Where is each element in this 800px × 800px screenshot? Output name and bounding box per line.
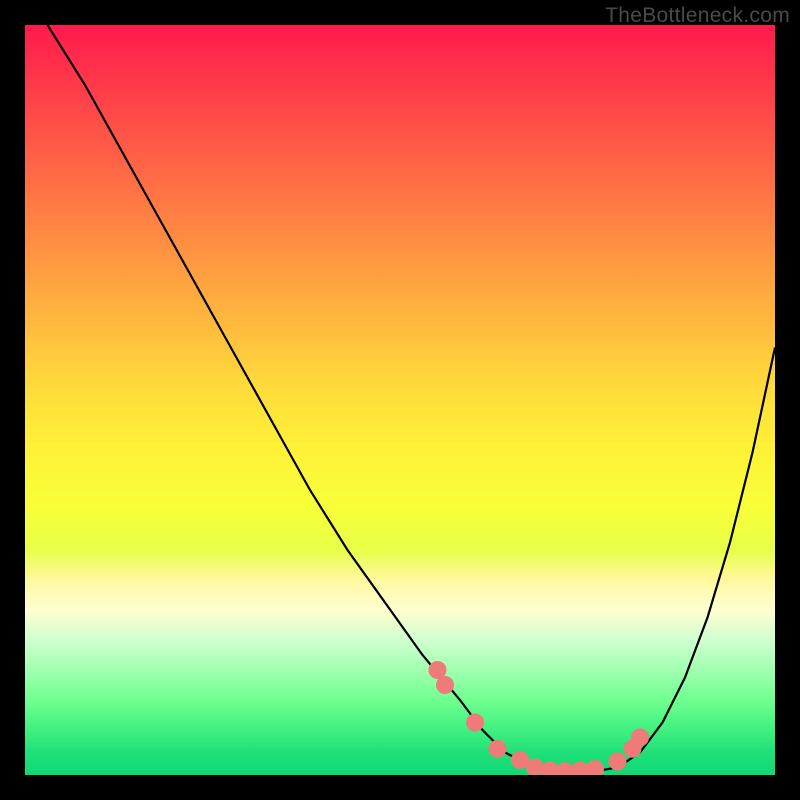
plot-area (25, 25, 775, 775)
highlight-point (609, 753, 627, 771)
highlight-point (436, 676, 454, 694)
highlight-points (429, 661, 650, 775)
highlight-point (466, 714, 484, 732)
highlight-point (489, 740, 507, 758)
highlight-point (631, 729, 649, 747)
curve-svg (25, 25, 775, 775)
highlight-point (586, 760, 604, 775)
bottleneck-curve (48, 25, 776, 771)
chart-frame: TheBottleneck.com (0, 0, 800, 800)
watermark-text: TheBottleneck.com (605, 4, 790, 28)
